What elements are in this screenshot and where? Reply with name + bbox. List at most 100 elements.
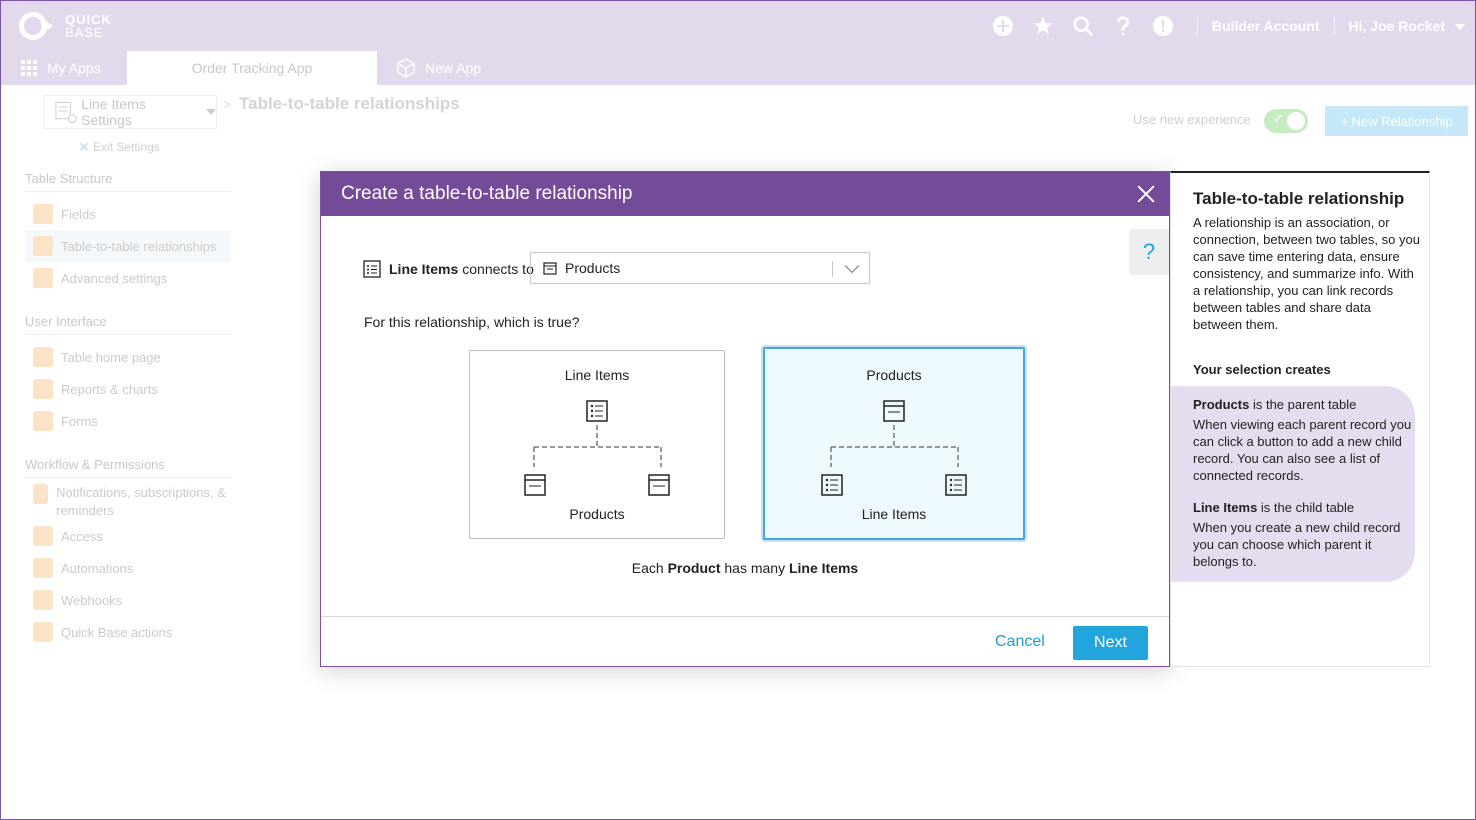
option-child-label: Products (569, 506, 625, 522)
summary-text: Each (631, 560, 664, 576)
sidebar-item-label: Quick Base actions (61, 624, 173, 640)
search-icon[interactable] (1063, 15, 1103, 37)
home-page-icon (33, 347, 53, 367)
settings-label: Line Items Settings (81, 96, 146, 128)
alert-icon[interactable] (1143, 15, 1183, 37)
parent-suffix: is the parent table (1252, 397, 1357, 412)
parent-table-name: Products (1193, 397, 1250, 412)
help-panel: Table-to-table relationship A relationsh… (1170, 171, 1430, 667)
help-icon[interactable] (1103, 15, 1143, 37)
selected-table: Products (565, 260, 621, 276)
separator (1333, 17, 1335, 35)
actions-icon (33, 622, 53, 642)
sidebar-item-quick-base-actions[interactable]: Quick Base actions (25, 616, 231, 648)
sidebar-item-label: Advanced settings (61, 270, 168, 286)
chevron-down-icon (206, 109, 216, 115)
table-icon (543, 262, 557, 275)
option-products-parent[interactable]: Products Line Items (763, 347, 1025, 540)
sidebar-group-title: Table Structure (25, 171, 231, 192)
add-icon[interactable] (983, 15, 1023, 37)
logo-line2: BASE (65, 25, 104, 40)
builder-account-link[interactable]: Builder Account (1212, 18, 1320, 34)
separator (1196, 17, 1198, 35)
tab-my-apps[interactable]: My Apps (21, 51, 121, 85)
summary-child: Line Items (788, 560, 859, 576)
chevron-down-icon (844, 258, 860, 274)
list-table-icon (363, 260, 381, 278)
next-button[interactable]: Next (1073, 626, 1148, 660)
user-name: Hi, Joe Rocket (1348, 18, 1445, 34)
sidebar-item-automations[interactable]: Automations (25, 552, 231, 584)
use-new-experience-label: Use new experience (1133, 112, 1251, 127)
cube-icon (397, 58, 415, 78)
dialog-footer-divider (321, 616, 1169, 617)
user-menu[interactable]: Hi, Joe Rocket (1349, 18, 1465, 34)
table-icon (524, 474, 546, 496)
child-suffix: is the child table (1260, 500, 1355, 515)
sidebar-item-relationships[interactable]: Table-to-table relationships (25, 230, 231, 262)
sidebar-item-access[interactable]: Access (25, 520, 231, 552)
fields-icon (33, 204, 53, 224)
list-table-icon (821, 474, 843, 496)
sidebar-item-label: Table home page (61, 349, 161, 365)
sidebar-item-webhooks[interactable]: Webhooks (25, 584, 231, 616)
tab-new-app[interactable]: New App (397, 51, 517, 85)
relationship-summary: Each Product has many Line Items (321, 560, 1169, 576)
top-toolbar: Builder Account Hi, Joe Rocket (983, 1, 1475, 51)
connects-to-label: connects to (462, 261, 534, 277)
sidebar-item-forms[interactable]: Forms (25, 405, 231, 437)
sidebar-item-fields[interactable]: Fields (25, 198, 231, 230)
child-description: When you create a new child record you c… (1193, 520, 1401, 569)
table-icon (648, 474, 670, 496)
settings-sidebar: Table Structure Fields Table-to-table re… (25, 171, 231, 648)
sidebar-item-label: Table-to-table relationships (61, 238, 217, 254)
option-line-items-parent[interactable]: Line Items Products (469, 350, 725, 539)
sidebar-group-title: User Interface (25, 314, 231, 335)
table-settings-icon (55, 101, 77, 124)
logo-icon (19, 12, 59, 40)
tab-label: My Apps (47, 60, 101, 76)
dialog-title: Create a table-to-table relationship (341, 183, 633, 204)
exit-settings-link[interactable]: ✕ Exit Settings (79, 140, 160, 154)
table-settings-dropdown[interactable]: Line Items Settings (43, 95, 217, 129)
table-icon (883, 400, 905, 422)
selection-title: Your selection creates (1193, 362, 1331, 377)
sidebar-item-label: Reports & charts (61, 381, 158, 397)
summary-text: has many (724, 560, 786, 576)
sidebar-item-table-home-page[interactable]: Table home page (25, 341, 231, 373)
star-icon[interactable] (1023, 15, 1063, 37)
close-icon: ✕ (79, 140, 90, 154)
tab-order-tracking-app[interactable]: Order Tracking App (127, 51, 377, 85)
help-panel-title: Table-to-table relationship (1193, 189, 1405, 208)
sidebar-item-advanced-settings[interactable]: Advanced settings (25, 262, 231, 294)
sidebar-item-notifications[interactable]: Notifications, subscriptions, & reminder… (25, 484, 231, 520)
app-window: QUICK BASE Builder Account Hi, Joe Rocket (0, 0, 1476, 820)
sidebar-group-title: Workflow & Permissions (25, 457, 231, 478)
list-table-icon (586, 400, 608, 422)
new-experience-toggle[interactable]: ✓ (1264, 109, 1308, 133)
help-panel-button[interactable]: ? (1129, 229, 1169, 275)
close-icon[interactable] (1135, 183, 1157, 205)
lock-icon (33, 526, 53, 546)
parent-description: When viewing each parent record you can … (1193, 417, 1412, 483)
sidebar-item-reports-charts[interactable]: Reports & charts (25, 373, 231, 405)
tab-label: Order Tracking App (191, 60, 313, 76)
sidebar-item-label: Fields (61, 206, 96, 222)
chevron-down-icon (1455, 24, 1465, 31)
cancel-button[interactable]: Cancel (995, 633, 1045, 651)
tab-label: New App (425, 60, 482, 76)
sidebar-item-label: Automations (61, 560, 134, 576)
check-icon: ✓ (1273, 111, 1284, 126)
option-child-label: Line Items (861, 506, 927, 522)
top-bar: QUICK BASE Builder Account Hi, Joe Rocket (1, 1, 1475, 51)
quickbase-logo[interactable]: QUICK BASE (19, 12, 112, 40)
help-panel-description: A relationship is an association, or con… (1193, 215, 1420, 332)
new-relationship-button[interactable]: + New Relationship (1325, 106, 1468, 136)
target-table-select[interactable]: Products (530, 252, 870, 284)
relationship-question: For this relationship, which is true? (364, 314, 580, 330)
child-table-name: Line Items (1193, 500, 1258, 515)
forms-icon (33, 411, 53, 431)
relationships-icon (33, 236, 53, 256)
selection-summary-box: Products is the parent table When viewin… (1171, 386, 1415, 582)
connection-row: Line Items connects to (363, 260, 534, 278)
